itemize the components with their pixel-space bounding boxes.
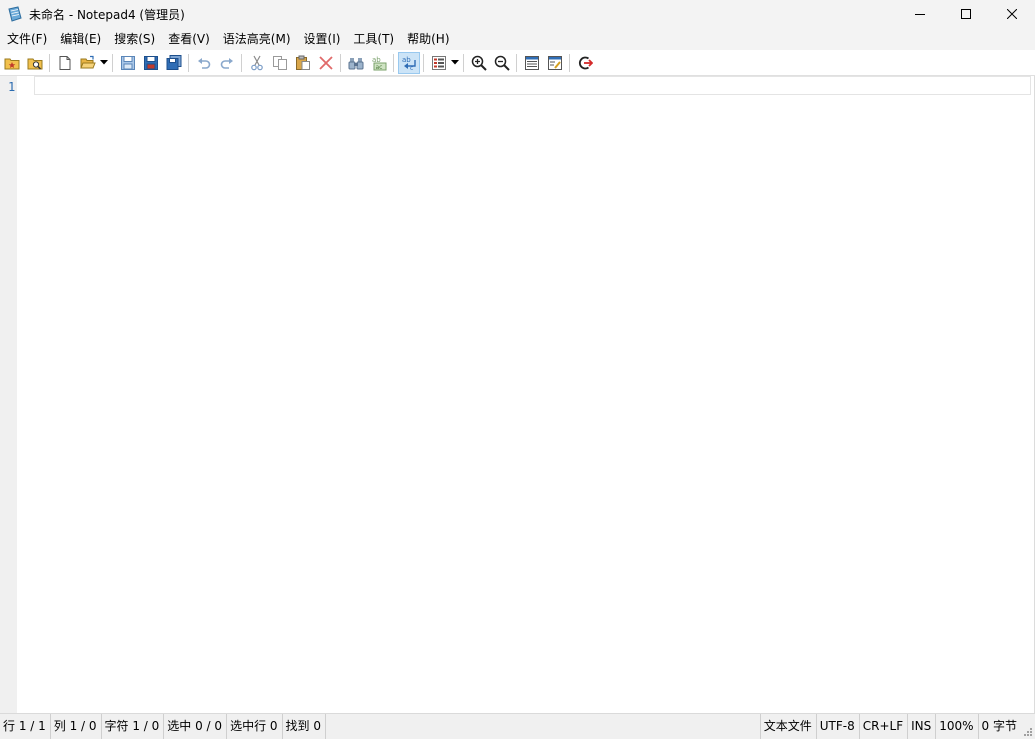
svg-text:ab: ab [402,56,411,64]
toolbar: ab ac ab c [0,50,1035,76]
open-folder-icon [79,55,96,68]
open-dropdown[interactable] [99,52,109,74]
toolbar-separator [423,53,424,72]
toolbar-separator [112,53,113,72]
save-copy-button[interactable] [163,52,185,74]
paste-button[interactable] [292,52,314,74]
menu-tools[interactable]: 工具(T) [346,28,400,50]
exit-button[interactable] [574,52,596,74]
menu-view[interactable]: 查看(V) [161,28,216,50]
status-selected-lines: 选中行 0 [227,714,283,739]
favorites-button[interactable] [1,52,23,74]
scheme-dropdown[interactable] [450,52,460,74]
minimize-button[interactable] [897,0,943,28]
svg-text:ac: ac [375,64,382,71]
toolbar-separator [49,53,50,72]
line-number: 1 [8,80,16,94]
close-icon [1007,9,1017,19]
undo-button[interactable] [193,52,215,74]
find-button[interactable] [345,52,367,74]
word-wrap-icon: ab c [402,56,416,71]
zoom-out-button[interactable] [491,52,513,74]
save-copy-icon [166,54,181,70]
cut-button[interactable] [246,52,268,74]
status-chars: 字符 1 / 0 [102,714,165,739]
menu-syntax[interactable]: 语法高亮(M) [216,28,297,50]
undo-icon [197,57,210,69]
line-number-gutter: 1 [0,76,17,713]
status-encoding[interactable]: UTF-8 [817,714,860,739]
settings-button[interactable] [544,52,566,74]
status-line-endings[interactable]: CR+LF [860,714,909,739]
copy-icon [272,55,287,70]
cut-icon [250,55,263,70]
toolbar-separator [188,53,189,72]
status-file-type[interactable]: 文本文件 [759,714,817,739]
status-spacer [326,714,760,739]
maximize-button[interactable] [943,0,989,28]
find-icon [348,57,363,69]
save-as-icon [143,55,158,70]
paste-icon [295,55,310,70]
view-options-button[interactable] [521,52,543,74]
toolbar-separator [393,53,394,72]
menu-bar: 文件(F) 编辑(E) 搜索(S) 查看(V) 语法高亮(M) 设置(I) 工具… [0,28,1035,50]
menu-file[interactable]: 文件(F) [0,28,53,50]
save-icon [120,55,135,70]
maximize-icon [961,9,971,19]
save-button[interactable] [117,52,139,74]
zoom-in-icon [471,55,487,71]
zoom-out-icon [494,55,510,71]
chevron-down-icon [100,60,108,65]
resize-grip-icon[interactable] [1021,714,1035,739]
replace-button[interactable]: ab ac [368,52,390,74]
menu-help[interactable]: 帮助(H) [400,28,455,50]
chevron-down-icon [451,60,459,65]
current-line-highlight[interactable] [34,76,1031,95]
window-title: 未命名 - Notepad4 (管理员) [29,7,185,22]
open-folder-button[interactable] [77,52,99,74]
toolbar-separator [241,53,242,72]
menu-search[interactable]: 搜索(S) [107,28,161,50]
scheme-icon [431,55,446,70]
close-button[interactable] [989,0,1035,28]
word-wrap-button[interactable]: ab c [397,51,420,74]
toolbar-separator [340,53,341,72]
editor-area[interactable]: 1 [0,76,1035,713]
copy-button[interactable] [269,52,291,74]
favorites-icon [4,58,19,69]
title-bar: 未命名 - Notepad4 (管理员) [0,0,1035,28]
replace-icon: ab ac [372,56,386,71]
menu-edit[interactable]: 编辑(E) [53,28,107,50]
toolbar-separator [516,53,517,72]
browse-icon [27,58,42,70]
delete-button[interactable] [315,52,337,74]
zoom-in-button[interactable] [468,52,490,74]
new-file-icon [59,55,70,70]
status-selection: 选中 0 / 0 [164,714,228,739]
status-matches: 找到 0 [283,714,326,739]
save-as-button[interactable] [140,52,162,74]
scheme-button[interactable] [428,52,450,74]
browse-button[interactable] [24,52,46,74]
exit-icon [578,56,593,69]
svg-text:c: c [410,65,413,71]
status-zoom[interactable]: 100% [936,714,979,739]
redo-icon [220,57,233,69]
new-file-button[interactable] [54,52,76,74]
settings-icon [547,55,562,70]
toolbar-separator [569,53,570,72]
menu-settings[interactable]: 设置(I) [297,28,347,50]
status-column: 列 1 / 0 [51,714,102,739]
toolbar-separator [463,53,464,72]
view-options-icon [524,55,539,70]
minimize-icon [915,14,925,15]
status-bar: 行 1 / 1 列 1 / 0 字符 1 / 0 选中 0 / 0 选中行 0 … [0,713,1035,739]
status-bytes: 0 字节 [981,719,1017,733]
status-line[interactable]: 行 1 / 1 [0,714,51,739]
status-insert-mode[interactable]: INS [908,714,937,739]
redo-button[interactable] [216,52,238,74]
notepad-app-icon[interactable] [7,6,23,22]
delete-icon [318,55,333,70]
